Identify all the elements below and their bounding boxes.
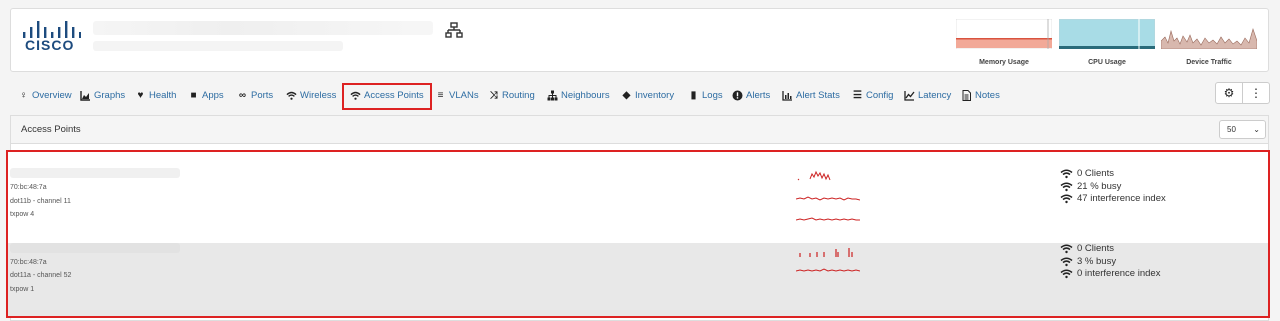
panel-heading: Access Points 50 ⌄ [11,116,1268,144]
tab-inventory-label: Inventory [635,89,675,101]
tab-logs-label: Logs [702,89,723,101]
tab-wireless-label: Wireless [300,89,337,101]
memory-usage-graph[interactable]: Memory Usage [956,19,1052,66]
tab-neighbours-label: Neighbours [561,89,610,101]
tab-alerts[interactable]: Alerts [732,86,770,104]
page-options: ⚙ ⋮ [1215,82,1270,104]
tab-notes[interactable]: Notes [961,86,1000,104]
cpu-usage-label: CPU Usage [1088,59,1126,66]
tab-health[interactable]: ♥ Health [135,86,177,104]
cubes-icon: ■ [190,89,197,101]
tab-overview[interactable]: ♀ Overview [18,86,72,104]
tab-latency-label: Latency [918,89,952,101]
sitemap-icon [547,90,558,100]
lightbulb-icon: ♀ [19,89,28,101]
device-traffic-graph[interactable]: Device Traffic [1161,19,1257,66]
link-icon: ∞ [238,89,247,101]
exclamation-circle-icon [732,90,743,100]
file-text-icon [962,89,971,101]
panel-title: Access Points [21,124,81,135]
per-page-value: 50 [1227,125,1236,134]
random-icon: ⤨ [489,89,498,101]
tab-alerts-label: Alerts [746,89,771,101]
area-chart-icon [80,90,90,101]
tab-graphs-label: Graphs [94,89,126,101]
tab-config-label: Config [866,89,894,101]
memory-usage-label: Memory Usage [979,59,1029,66]
wifi-icon [286,91,297,100]
tab-routing[interactable]: ⤨ Routing [488,86,535,104]
tab-alert-stats[interactable]: Alert Stats [782,86,840,104]
tab-config[interactable]: ☰ Config [852,86,893,104]
per-page-select[interactable]: 50 ⌄ [1219,120,1266,139]
tab-latency[interactable]: Latency [904,86,951,104]
tab-vlans[interactable]: ≡ VLANs [435,86,479,104]
gear-icon[interactable]: ⚙ [1216,83,1242,103]
device-description [93,41,343,51]
align-justify-icon: ☰ [853,89,862,101]
device-nav: ♀ Overview Graphs ♥ Health ■ Apps ∞ Port… [0,80,1280,110]
chevron-down-icon: ⌄ [1253,125,1260,134]
tab-wireless[interactable]: Wireless [286,86,336,104]
tab-ports[interactable]: ∞ Ports [237,86,273,104]
vlan-icon: ≡ [437,89,444,101]
tab-apps[interactable]: ■ Apps [188,86,224,104]
book-icon: ▮ [690,89,697,101]
device-header: CISCO Memory Usage CPU Usage Device Traf… [10,8,1269,72]
line-chart-icon [904,90,915,101]
tab-graphs[interactable]: Graphs [80,86,125,104]
tab-logs[interactable]: ▮ Logs [688,86,723,104]
tab-notes-label: Notes [975,89,1000,101]
more-vertical-icon[interactable]: ⋮ [1242,83,1269,103]
tab-routing-label: Routing [502,89,535,101]
tab-health-label: Health [149,89,177,101]
tab-inventory[interactable]: ◆ Inventory [621,86,674,104]
bar-chart-icon [782,90,792,101]
tab-overview-label: Overview [32,89,72,101]
cube-icon: ◆ [622,89,631,101]
rows-highlight [6,150,1270,318]
network-icon [445,22,463,38]
tab-apps-label: Apps [202,89,224,101]
active-tab-highlight [342,83,432,110]
tab-ports-label: Ports [251,89,274,101]
tab-neighbours[interactable]: Neighbours [547,86,610,104]
tab-vlans-label: VLANs [449,89,479,101]
tab-alert-stats-label: Alert Stats [796,89,840,101]
cpu-usage-graph[interactable]: CPU Usage [1059,19,1155,66]
cisco-wordmark: CISCO [25,37,75,53]
device-traffic-label: Device Traffic [1186,59,1232,66]
heartbeat-icon: ♥ [137,89,144,101]
device-hostname [93,21,433,35]
